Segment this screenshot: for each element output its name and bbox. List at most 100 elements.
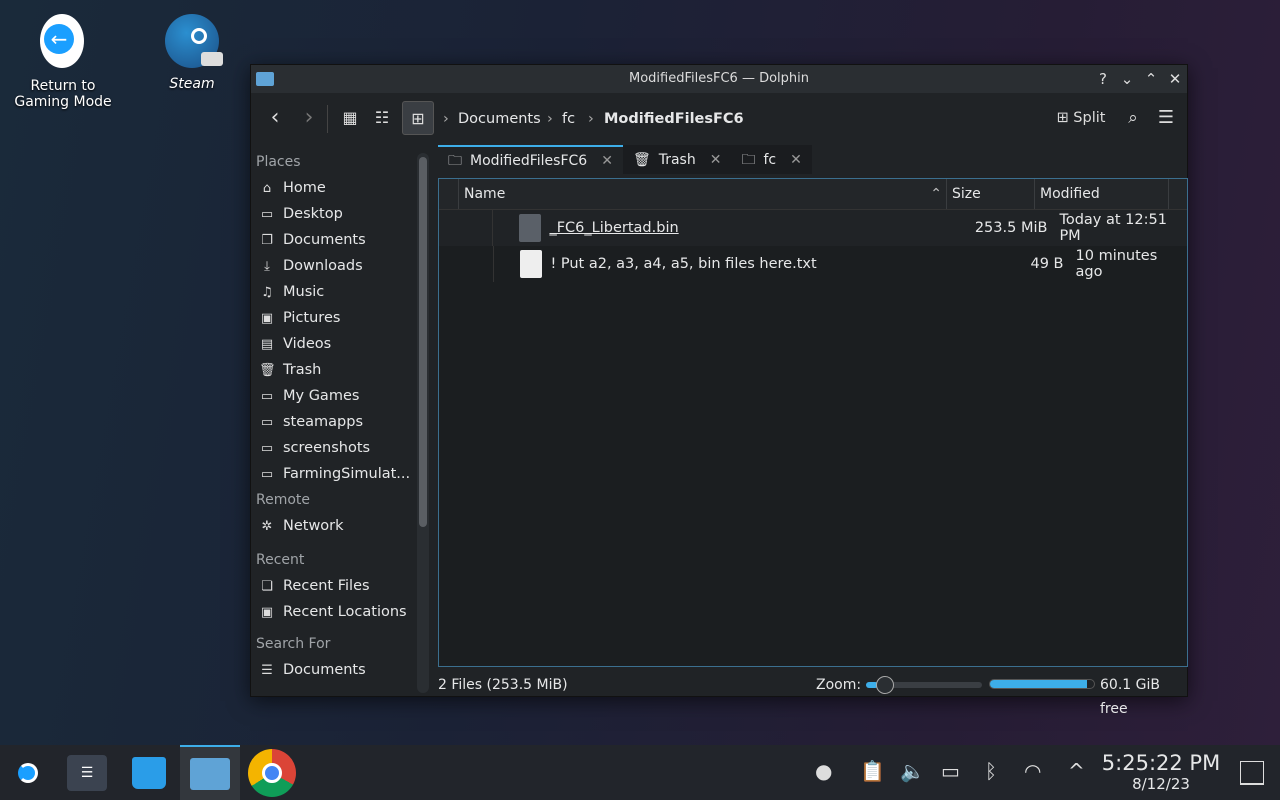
column-size[interactable]: Size xyxy=(947,179,1035,209)
column-header: Name ⌃ Size Modified xyxy=(439,179,1187,210)
hamburger-menu-button[interactable]: ☰ xyxy=(1154,101,1178,135)
sidebar-item-label: Home xyxy=(283,180,326,196)
places-panel: Places ⌂ Home ▭ Desktop ❐ Documents ⤓ Downloads ♫… xyxy=(251,149,413,696)
pictures-icon: ▣ xyxy=(260,311,274,326)
search-button[interactable]: ⌕ xyxy=(1121,101,1145,135)
minimize-button[interactable]: ⌄ xyxy=(1115,65,1139,93)
show-desktop-icon[interactable] xyxy=(1240,761,1264,785)
section-header: Search For xyxy=(256,636,331,652)
breadcrumb-current[interactable]: ModifiedFilesFC6 xyxy=(604,101,744,137)
application-launcher[interactable] xyxy=(8,745,48,800)
taskbar-dolphin[interactable] xyxy=(180,745,240,800)
taskbar-chrome[interactable] xyxy=(246,745,298,800)
chevron-right-icon: › xyxy=(588,111,594,127)
steam-tray-icon[interactable]: ● xyxy=(815,759,832,783)
taskbar-settings[interactable]: ☰ xyxy=(62,745,112,800)
breadcrumb-documents[interactable]: Documents xyxy=(458,101,541,137)
steamos-logo-icon xyxy=(18,762,38,783)
sidebar-item[interactable]: ⤓ Downloads xyxy=(251,253,413,279)
sidebar-item[interactable]: ✲ Network xyxy=(251,513,413,539)
sidebar-item[interactable]: ▭ FarmingSimulat... xyxy=(251,461,413,487)
desktop-icon-return-to-gaming-mode[interactable]: ← Return to Gaming Mode xyxy=(10,12,116,110)
desktop-icon: ▭ xyxy=(260,207,274,222)
sidebar-item[interactable]: ▭ steamapps xyxy=(251,409,413,435)
tab[interactable]: 🗑 Trash ✕ xyxy=(623,145,732,174)
bluetooth-icon[interactable]: ᛒ xyxy=(985,759,997,783)
free-space-label: 60.1 GiB free xyxy=(1100,677,1160,717)
icons-view-button[interactable]: ▦ xyxy=(337,101,363,135)
compact-view-button[interactable]: ☷ xyxy=(369,101,395,135)
tab[interactable]: 🗀 ModifiedFilesFC6 ✕ xyxy=(438,145,623,174)
clock[interactable]: 5:25:22 PM 8/12/23 xyxy=(1100,751,1222,793)
recent-locations-icon: ▣ xyxy=(260,605,274,620)
close-tab-icon[interactable]: ✕ xyxy=(790,146,802,174)
desktop-icon-label: Gaming Mode xyxy=(14,94,112,110)
sidebar-item[interactable]: ♫ Music xyxy=(251,279,413,305)
trash-icon: 🗑 xyxy=(259,363,276,378)
maximize-button[interactable]: ⌃ xyxy=(1139,65,1163,93)
trash-icon: 🗑 xyxy=(632,151,651,168)
split-button[interactable]: ⊞ Split xyxy=(1051,101,1111,135)
close-tab-icon[interactable]: ✕ xyxy=(710,146,722,174)
sidebar-item[interactable]: ▣ Pictures xyxy=(251,305,413,331)
sidebar-item-label: Trash xyxy=(283,362,322,378)
taskbar-discover[interactable] xyxy=(124,745,174,800)
sidebar-item-label: Recent Locations xyxy=(283,604,407,620)
sort-ascending-icon: ⌃ xyxy=(930,186,942,202)
sidebar-item-label: Music xyxy=(283,284,325,300)
sidebar-item[interactable]: ☰ Documents xyxy=(251,657,413,683)
return-arrow-icon: ← xyxy=(40,12,86,70)
sidebar-item[interactable]: 🗑 Trash xyxy=(251,357,413,383)
desktop-icon-steam[interactable]: Steam xyxy=(150,14,234,92)
sidebar-item[interactable]: ▣ Recent Locations xyxy=(251,599,413,625)
column-modified[interactable]: Modified xyxy=(1035,179,1169,209)
close-tab-icon[interactable]: ✕ xyxy=(601,147,613,175)
close-button[interactable]: ✕ xyxy=(1163,65,1187,93)
store-bag-icon xyxy=(132,756,166,789)
breadcrumb-fc[interactable]: fc xyxy=(562,101,575,137)
steam-icon xyxy=(165,14,223,68)
home-icon: ⌂ xyxy=(262,181,272,196)
column-name[interactable]: Name ⌃ xyxy=(459,179,947,209)
sidebar-item-label: Documents xyxy=(283,662,366,678)
volume-icon[interactable]: 🔈 xyxy=(900,759,925,783)
desktop-icon-label: Return to xyxy=(30,78,96,94)
tab-bar: 🗀 ModifiedFilesFC6 ✕ 🗑 Trash ✕ 🗀 fc ✕ xyxy=(438,145,812,174)
folder-icon: 🗀 xyxy=(448,152,462,169)
sidebar-item[interactable]: ▭ My Games xyxy=(251,383,413,409)
sidebar-item-label: Network xyxy=(283,518,344,534)
sidebar-scrollbar[interactable] xyxy=(417,153,429,693)
toolbar: ‹ › ▦ ☷ ⊞ › Documents › fc › ModifiedFil… xyxy=(251,101,1187,137)
settings-sliders-icon: ☰ xyxy=(67,754,107,791)
sidebar-item-label: screenshots xyxy=(283,440,371,456)
section-header: Recent xyxy=(256,552,305,568)
sidebar-item-label: Desktop xyxy=(283,206,343,222)
folder-icon: ▭ xyxy=(260,441,274,456)
details-view-button[interactable]: ⊞ xyxy=(402,101,434,135)
wifi-icon[interactable]: ◠ xyxy=(1024,759,1041,783)
sidebar-item[interactable]: ▭ Desktop xyxy=(251,201,413,227)
help-button[interactable]: ? xyxy=(1091,65,1115,93)
sidebar-item[interactable]: ❐ Documents xyxy=(251,227,413,253)
sidebar-item-label: Recent Files xyxy=(283,578,370,594)
sidebar-item[interactable]: ▤ Videos xyxy=(251,331,413,357)
folder-icon xyxy=(190,757,230,790)
sidebar-item-label: steamapps xyxy=(283,414,364,430)
sidebar-item-label: Documents xyxy=(283,232,366,248)
status-summary: 2 Files (253.5 MiB) xyxy=(438,677,568,693)
clipboard-icon[interactable]: 📋 xyxy=(860,759,885,783)
chrome-icon xyxy=(248,748,296,797)
back-button[interactable]: ‹ xyxy=(261,101,289,135)
sidebar-item[interactable]: ⌂ Home xyxy=(251,175,413,201)
table-row[interactable]: _FC6_Libertad.bin 253.5 MiB Today at 12:… xyxy=(439,210,1187,246)
table-row[interactable]: ! Put a2, a3, a4, a5, bin files here.txt… xyxy=(439,246,1187,282)
battery-icon[interactable]: ▭ xyxy=(941,759,960,783)
sidebar-item[interactable]: ▭ screenshots xyxy=(251,435,413,461)
zoom-slider[interactable] xyxy=(866,676,982,694)
sidebar-item-label: My Games xyxy=(283,388,360,404)
expand-tray-icon[interactable]: ^ xyxy=(1068,759,1085,783)
section-header: Remote xyxy=(256,492,311,508)
forward-button[interactable]: › xyxy=(295,101,323,135)
tab[interactable]: 🗀 fc ✕ xyxy=(731,145,811,174)
sidebar-item[interactable]: ❏ Recent Files xyxy=(251,573,413,599)
